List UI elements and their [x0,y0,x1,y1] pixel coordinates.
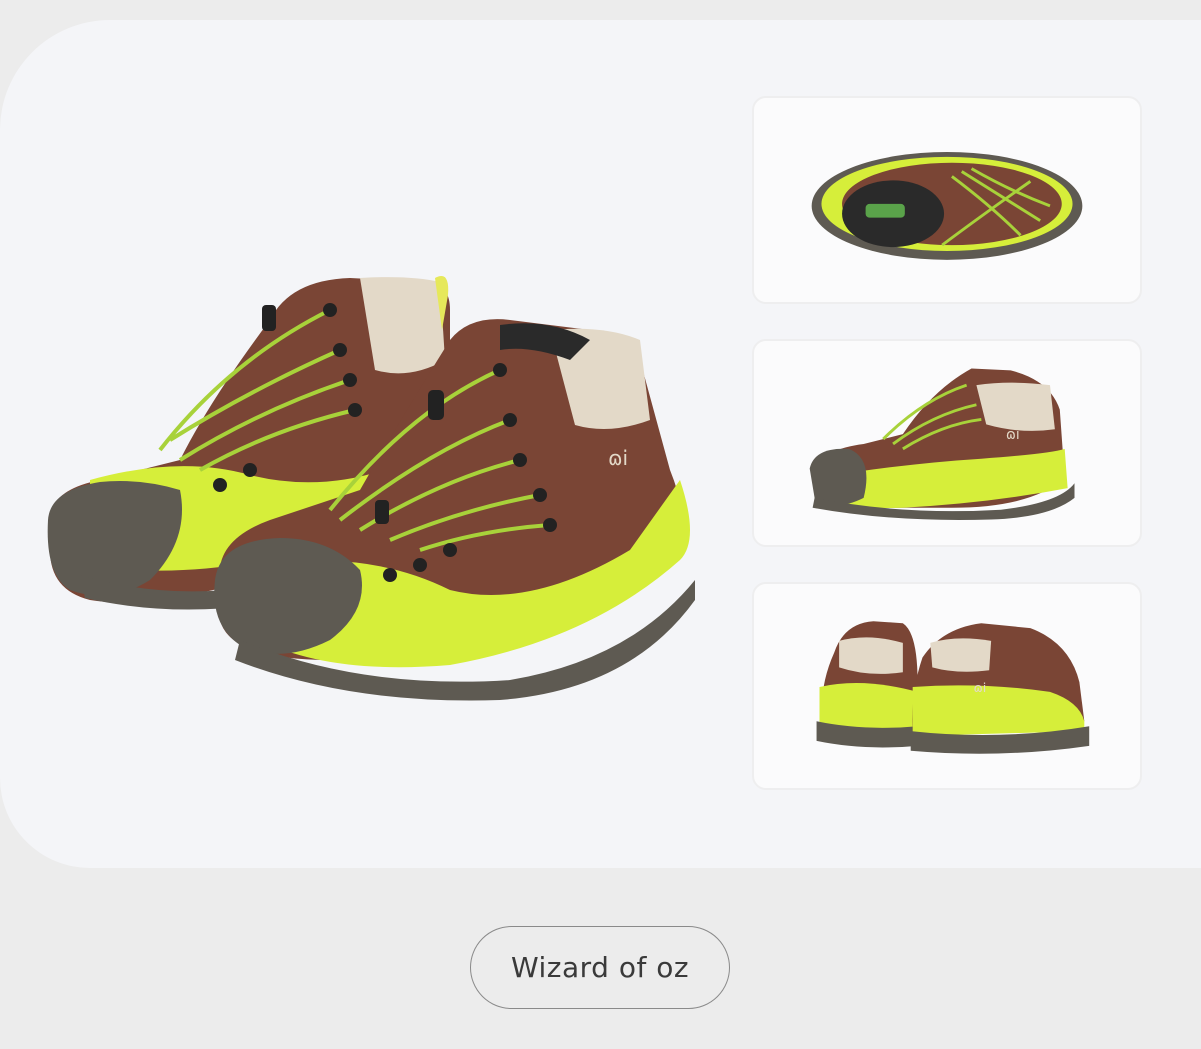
thumbnail-back-view[interactable]: ɷi [752,582,1142,790]
main-product-image[interactable]: ɷi [30,220,730,740]
svg-text:ɷi: ɷi [1006,427,1020,443]
shoe-top-view-illustration [811,151,1083,260]
shoe-pair-back-view-illustration: ɷi [816,621,1090,754]
product-gallery-card: ɷi ɷi ɷi [0,20,1201,868]
thumbnail-side-view[interactable]: ɷi [752,339,1142,547]
svg-text:ɷi: ɷi [608,446,628,470]
svg-text:ɷi: ɷi [973,681,986,696]
variant-button[interactable]: Wizard of oz [470,926,730,1009]
thumbnail-top-view[interactable] [752,96,1142,304]
shoe-side-view-illustration: ɷi [809,368,1075,520]
shoe-pair-illustration: ɷi [47,276,695,701]
